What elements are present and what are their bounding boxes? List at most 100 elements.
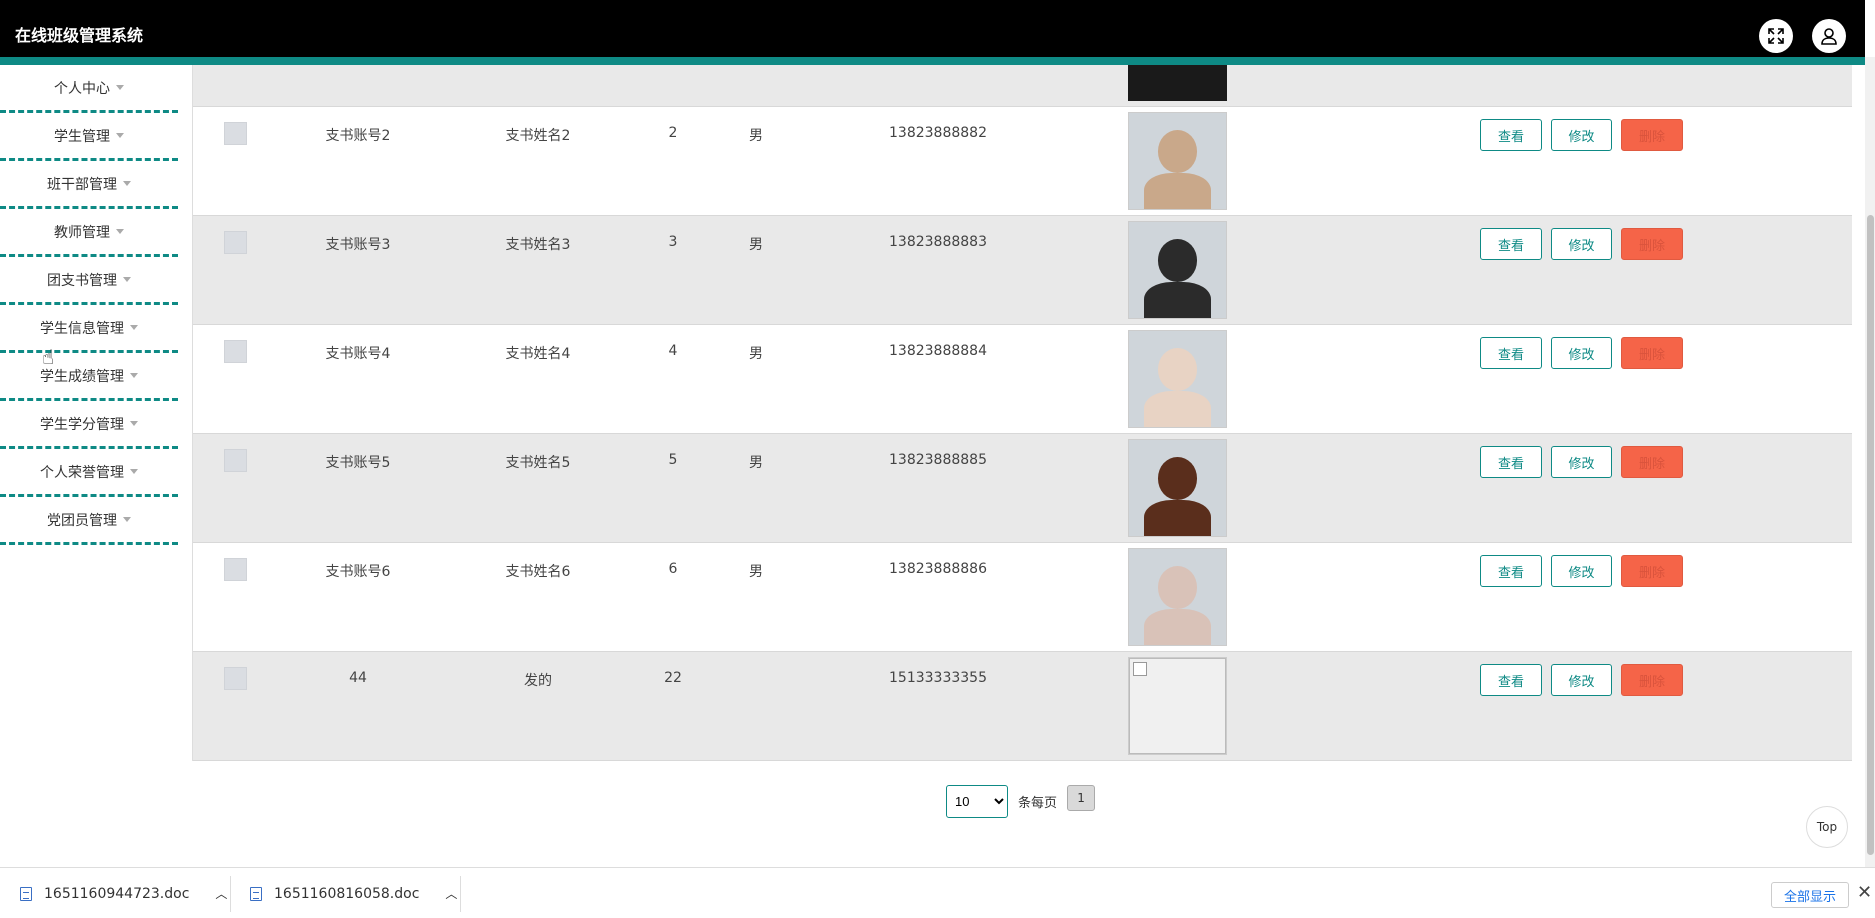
view-button[interactable]: 查看 bbox=[1480, 337, 1542, 369]
sidebar-item-party-member-mgmt[interactable]: 党团员管理 bbox=[0, 497, 178, 545]
view-button[interactable]: 查看 bbox=[1480, 664, 1542, 696]
cell-phone: 13823888886 bbox=[889, 561, 987, 577]
cell-number: 4 bbox=[668, 343, 678, 359]
caret-down-icon bbox=[116, 133, 124, 138]
row-checkbox[interactable] bbox=[224, 558, 247, 581]
delete-button[interactable]: 删除 bbox=[1621, 446, 1683, 478]
caret-down-icon bbox=[123, 277, 131, 282]
cell-name: 支书姓名6 bbox=[505, 564, 571, 580]
hand-cursor-icon: ☝ bbox=[42, 345, 55, 369]
page-size-select[interactable]: 10 bbox=[946, 785, 1008, 818]
cell-phone: 13823888884 bbox=[889, 343, 987, 359]
caret-down-icon bbox=[116, 85, 124, 90]
row-checkbox[interactable] bbox=[224, 340, 247, 363]
sidebar-item-teacher-mgmt[interactable]: 教师管理 bbox=[0, 209, 178, 257]
caret-down-icon bbox=[130, 373, 138, 378]
photo-thumbnail bbox=[1128, 330, 1227, 428]
view-button[interactable]: 查看 bbox=[1480, 228, 1542, 260]
edit-button[interactable]: 修改 bbox=[1551, 119, 1612, 151]
cell-name: 支书姓名5 bbox=[505, 455, 571, 471]
cell-sex: 男 bbox=[749, 346, 763, 362]
photo-thumbnail bbox=[1128, 221, 1227, 319]
cell-number: 3 bbox=[668, 234, 678, 250]
cell-phone: 15133333355 bbox=[889, 670, 987, 686]
cell-number: 2 bbox=[668, 125, 678, 141]
edit-button[interactable]: 修改 bbox=[1551, 555, 1612, 587]
app-title: 在线班级管理系统 bbox=[15, 26, 144, 45]
cell-number: 6 bbox=[668, 561, 678, 577]
view-button[interactable]: 查看 bbox=[1480, 446, 1542, 478]
cell-phone: 13823888885 bbox=[889, 452, 987, 468]
sidebar: 个人中心 学生管理 班干部管理 教师管理 团支书管理 学生信息管理 学生成绩管理… bbox=[0, 65, 178, 545]
photo-thumbnail bbox=[1128, 439, 1227, 537]
broken-image-icon bbox=[1129, 658, 1226, 754]
delete-button[interactable]: 删除 bbox=[1621, 664, 1683, 696]
cell-name: 支书姓名3 bbox=[505, 237, 571, 253]
cell-account: 支书账号2 bbox=[325, 128, 391, 144]
delete-button[interactable]: 删除 bbox=[1621, 119, 1683, 151]
table-row-partial bbox=[193, 65, 1852, 107]
cell-account: 44 bbox=[349, 670, 367, 686]
cell-name: 支书姓名2 bbox=[505, 128, 571, 144]
cell-sex: 男 bbox=[749, 455, 763, 471]
sidebar-item-credit-mgmt[interactable]: 学生学分管理 bbox=[0, 401, 178, 449]
cell-account: 支书账号3 bbox=[325, 237, 391, 253]
cell-name: 支书姓名4 bbox=[505, 346, 571, 362]
sidebar-item-honor-mgmt[interactable]: 个人荣誉管理 bbox=[0, 449, 178, 497]
download-item[interactable]: 1651160816058.doc ︿ bbox=[250, 868, 457, 918]
user-icon[interactable] bbox=[1812, 19, 1846, 53]
header-accent-bar bbox=[0, 57, 1865, 65]
cell-sex: 男 bbox=[749, 128, 763, 144]
expand-icon[interactable] bbox=[1759, 19, 1793, 53]
doc-file-icon bbox=[20, 886, 32, 901]
cell-number: 22 bbox=[664, 670, 682, 686]
close-icon[interactable]: ✕ bbox=[1857, 882, 1872, 903]
view-button[interactable]: 查看 bbox=[1480, 555, 1542, 587]
download-bar: 1651160944723.doc ︿ 1651160816058.doc ︿ … bbox=[0, 867, 1875, 918]
back-to-top-button[interactable]: Top bbox=[1806, 806, 1848, 848]
cell-name: 发的 bbox=[524, 673, 552, 689]
download-item[interactable]: 1651160944723.doc ︿ bbox=[20, 868, 227, 918]
caret-down-icon bbox=[130, 469, 138, 474]
cell-number: 5 bbox=[668, 452, 678, 468]
cell-account: 支书账号5 bbox=[325, 455, 391, 471]
table-row: 支书账号2 支书姓名2 2 男 13823888882 查看 修改 删除 bbox=[193, 107, 1852, 216]
pagination: 10 条每页 1 bbox=[946, 784, 1096, 818]
sidebar-item-student-info-mgmt[interactable]: 学生信息管理 bbox=[0, 305, 178, 353]
sidebar-item-student-mgmt[interactable]: 学生管理 bbox=[0, 113, 178, 161]
sidebar-item-class-cadre-mgmt[interactable]: 班干部管理 bbox=[0, 161, 178, 209]
delete-button[interactable]: 删除 bbox=[1621, 228, 1683, 260]
row-checkbox[interactable] bbox=[224, 667, 247, 690]
sidebar-item-personal-center[interactable]: 个人中心 bbox=[0, 65, 178, 113]
view-button[interactable]: 查看 bbox=[1480, 119, 1542, 151]
page-number-button[interactable]: 1 bbox=[1067, 784, 1096, 811]
scrollbar-thumb[interactable] bbox=[1867, 215, 1874, 855]
sidebar-item-league-secretary-mgmt[interactable]: 团支书管理 bbox=[0, 257, 178, 305]
table-row: 支书账号3 支书姓名3 3 男 13823888883 查看 修改 删除 bbox=[193, 216, 1852, 325]
cell-phone: 13823888882 bbox=[889, 125, 987, 141]
chevron-up-icon[interactable]: ︿ bbox=[215, 885, 227, 902]
edit-button[interactable]: 修改 bbox=[1551, 664, 1612, 696]
cell-account: 支书账号4 bbox=[325, 346, 391, 362]
edit-button[interactable]: 修改 bbox=[1551, 446, 1612, 478]
table-row: 44 发的 22 15133333355 查看 修改 删除 bbox=[193, 652, 1852, 761]
caret-down-icon bbox=[130, 325, 138, 330]
sidebar-item-grade-mgmt[interactable]: 学生成绩管理 bbox=[0, 353, 178, 401]
photo-thumbnail bbox=[1128, 548, 1227, 646]
row-checkbox[interactable] bbox=[224, 122, 247, 145]
chevron-up-icon[interactable]: ︿ bbox=[445, 885, 457, 902]
show-all-downloads-button[interactable]: 全部显示 bbox=[1771, 882, 1849, 908]
row-checkbox[interactable] bbox=[224, 449, 247, 472]
delete-button[interactable]: 删除 bbox=[1621, 337, 1683, 369]
cell-sex: 男 bbox=[749, 237, 763, 253]
caret-down-icon bbox=[123, 181, 131, 186]
caret-down-icon bbox=[116, 229, 124, 234]
edit-button[interactable]: 修改 bbox=[1551, 337, 1612, 369]
caret-down-icon bbox=[130, 421, 138, 426]
delete-button[interactable]: 删除 bbox=[1621, 555, 1683, 587]
edit-button[interactable]: 修改 bbox=[1551, 228, 1612, 260]
photo-thumbnail bbox=[1128, 65, 1227, 101]
table-row: 支书账号4 支书姓名4 4 男 13823888884 查看 修改 删除 bbox=[193, 325, 1852, 434]
table-row: 支书账号5 支书姓名5 5 男 13823888885 查看 修改 删除 bbox=[193, 434, 1852, 543]
row-checkbox[interactable] bbox=[224, 231, 247, 254]
